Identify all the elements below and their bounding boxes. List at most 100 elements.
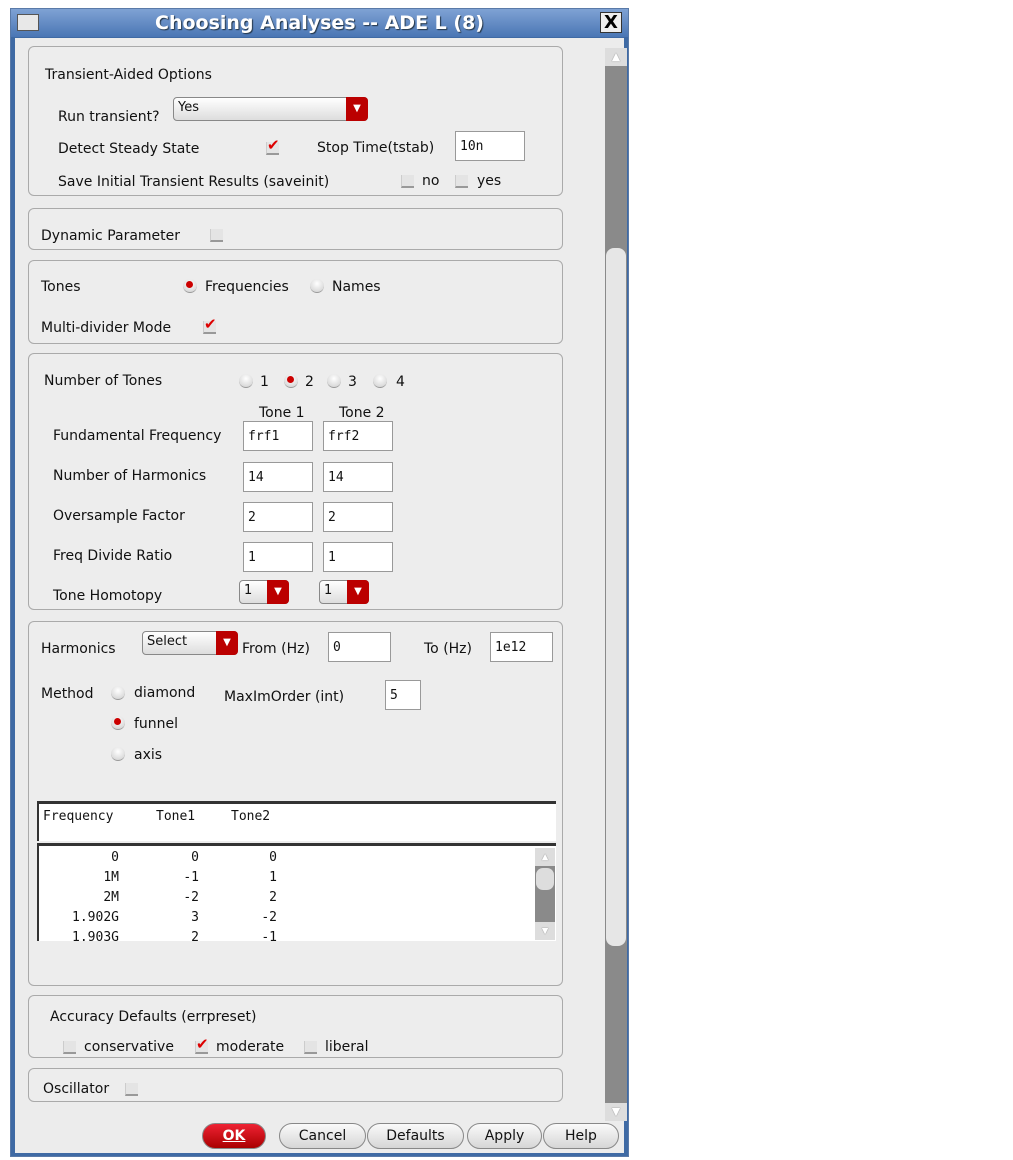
table-cell: -2: [183, 890, 199, 905]
names-label: Names: [332, 279, 381, 295]
method-label: Method: [41, 686, 94, 702]
oversample-factor-label: Oversample Factor: [53, 508, 185, 524]
method-option-label: diamond: [134, 685, 196, 701]
detect-steady-state-checkbox[interactable]: [266, 136, 280, 155]
column-header[interactable]: Tone1: [156, 809, 195, 824]
transient-panel: Transient-Aided Options Run transient? Y…: [28, 46, 563, 196]
tones-label: Tones: [41, 279, 81, 295]
maxorder-input[interactable]: 5: [385, 680, 421, 710]
freq-divide-ratio-label: Freq Divide Ratio: [53, 548, 173, 564]
help-button[interactable]: Help: [543, 1123, 619, 1149]
frequencies-label: Frequencies: [205, 279, 289, 295]
tones-option-label: 2: [305, 374, 314, 390]
homotopy-tone1-value: 1: [244, 583, 253, 598]
harmonics-label: Harmonics: [41, 641, 116, 657]
method-option-label: axis: [134, 747, 163, 763]
frequencies-radio[interactable]: [183, 279, 197, 293]
method-diamond-radio[interactable]: [111, 686, 125, 700]
stop-time-input[interactable]: 10n: [455, 131, 525, 161]
saveinit-yes-checkbox[interactable]: [455, 175, 468, 188]
harmonics-select-dropdown[interactable]: Select ▼: [142, 631, 238, 655]
defaults-button[interactable]: Defaults: [367, 1123, 464, 1149]
window-menu-icon[interactable]: [17, 14, 39, 31]
scroll-up-icon[interactable]: ▲: [605, 48, 627, 66]
harmonics-table-header: Frequency Tone1 Tone2: [37, 801, 556, 841]
multi-divider-checkbox[interactable]: [203, 315, 217, 334]
chevron-down-icon: ▼: [267, 580, 289, 604]
oversample-tone2-input[interactable]: 2: [323, 502, 393, 532]
column-header[interactable]: Frequency: [43, 809, 113, 824]
scroll-down-icon[interactable]: ▼: [605, 1103, 627, 1121]
table-cell: 2M: [103, 890, 119, 905]
table-row[interactable]: 1M -1 1: [39, 870, 529, 890]
accuracy-panel: Accuracy Defaults (errpreset) conservati…: [28, 995, 563, 1058]
close-button[interactable]: X: [600, 12, 622, 33]
saveinit-no-checkbox[interactable]: [401, 175, 414, 188]
conservative-checkbox[interactable]: [63, 1041, 76, 1054]
table-row[interactable]: 1.903G 2 -1: [39, 930, 529, 941]
table-row[interactable]: 2M -2 2: [39, 890, 529, 910]
moderate-checkbox[interactable]: [195, 1035, 209, 1054]
divide-ratio-tone1-input[interactable]: 1: [243, 542, 313, 572]
accuracy-option-label: conservative: [84, 1039, 174, 1055]
oscillator-checkbox[interactable]: [125, 1083, 138, 1096]
fundamental-frequency-tone2-input[interactable]: frf2: [323, 421, 393, 451]
saveinit-yes-label: yes: [477, 173, 502, 189]
from-hz-input[interactable]: 0: [328, 632, 391, 662]
table-scrollbar[interactable]: ▲ ▼: [535, 848, 555, 940]
oscillator-label: Oscillator: [43, 1081, 110, 1097]
tones-radio-1[interactable]: [239, 374, 253, 388]
oversample-tone1-input[interactable]: 2: [243, 502, 313, 532]
names-radio[interactable]: [310, 279, 324, 293]
dynamic-parameter-checkbox[interactable]: [210, 229, 223, 242]
table-cell: 1.903G: [72, 930, 119, 941]
tones-mode-panel: Tones Frequencies Names Multi-divider Mo…: [28, 260, 563, 344]
harmonics-tone1-input[interactable]: 14: [243, 462, 313, 492]
chevron-down-icon: ▼: [347, 580, 369, 604]
apply-button[interactable]: Apply: [467, 1123, 542, 1149]
scroll-up-icon[interactable]: ▲: [535, 848, 555, 866]
column-header[interactable]: Tone2: [231, 809, 270, 824]
multi-divider-label: Multi-divider Mode: [41, 320, 172, 336]
oscillator-panel: Oscillator: [28, 1068, 563, 1102]
accuracy-option-label: liberal: [325, 1039, 369, 1055]
to-hz-input[interactable]: 1e12: [490, 632, 553, 662]
detect-steady-state-label: Detect Steady State: [58, 141, 200, 157]
table-cell: -1: [261, 930, 277, 941]
from-hz-label: From (Hz): [242, 641, 310, 657]
table-cell: 0: [269, 850, 277, 865]
run-transient-label: Run transient?: [58, 109, 160, 125]
table-cell: 1M: [103, 870, 119, 885]
table-row[interactable]: 0 0 0: [39, 850, 529, 870]
run-transient-dropdown[interactable]: Yes ▼: [173, 97, 368, 121]
homotopy-tone2-dropdown[interactable]: 1 ▼: [319, 580, 369, 604]
stop-time-label: Stop Time(tstab): [317, 140, 435, 156]
harmonics-panel: Harmonics Select ▼ From (Hz) 0 To (Hz) 1e…: [28, 621, 563, 986]
table-row[interactable]: 1.902G 3 -2: [39, 910, 529, 930]
harmonics-table: 0 0 0 1M -1 1 2M -2 2 1.902G 3 -2 1.903G 2 -1 ▲ ▼: [37, 843, 556, 941]
divide-ratio-tone2-input[interactable]: 1: [323, 542, 393, 572]
harmonics-tone2-input[interactable]: 14: [323, 462, 393, 492]
table-cell: 3: [191, 910, 199, 925]
method-funnel-radio[interactable]: [111, 716, 125, 730]
table-cell: -1: [183, 870, 199, 885]
ok-button[interactable]: OK: [202, 1123, 266, 1149]
method-axis-radio[interactable]: [111, 747, 125, 761]
homotopy-tone1-dropdown[interactable]: 1 ▼: [239, 580, 289, 604]
window-title: Choosing Analyses -- ADE L (8): [155, 12, 484, 34]
liberal-checkbox[interactable]: [304, 1041, 317, 1054]
main-scroll-thumb[interactable]: [606, 248, 626, 946]
table-cell: 1.902G: [72, 910, 119, 925]
scroll-down-icon[interactable]: ▼: [535, 922, 555, 940]
table-cell: 2: [269, 890, 277, 905]
tones-radio-4[interactable]: [373, 374, 387, 388]
cancel-button[interactable]: Cancel: [279, 1123, 366, 1149]
fundamental-frequency-tone1-input[interactable]: frf1: [243, 421, 313, 451]
main-scrollbar[interactable]: ▲ ▼: [605, 48, 627, 1121]
run-transient-value: Yes: [178, 100, 199, 115]
tones-radio-3[interactable]: [327, 374, 341, 388]
number-of-tones-label: Number of Tones: [44, 373, 163, 389]
accuracy-label: Accuracy Defaults (errpreset): [50, 1009, 257, 1025]
table-scroll-thumb[interactable]: [536, 868, 554, 890]
tones-radio-2[interactable]: [284, 374, 298, 388]
